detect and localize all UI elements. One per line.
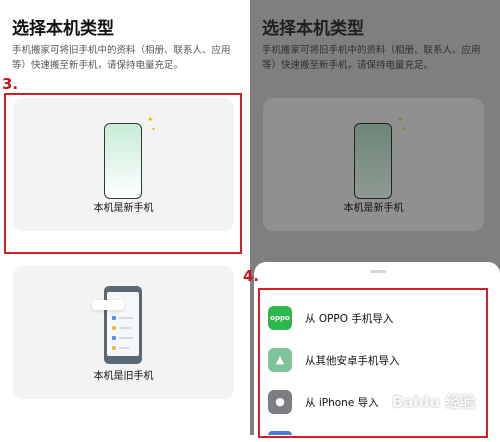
- step-3-highlight-box: [4, 93, 242, 254]
- step-4-label: 4.: [243, 267, 260, 285]
- sparkle-icon: ✦: [401, 126, 407, 133]
- new-phone-card: ✦ ✦ 本机是新手机: [263, 98, 484, 231]
- new-phone-label: 本机是新手机: [343, 203, 404, 214]
- old-phone-icon: [92, 286, 142, 364]
- new-phone-icon: [354, 123, 392, 199]
- page-description: 手机搬家可将旧手机中的资料（相册、联系人、应用等）快速搬至新手机，请保持电量充足…: [12, 45, 231, 71]
- page-description: 手机搬家可将旧手机中的资料（相册、联系人、应用等）快速搬至新手机，请保持电量充足…: [262, 45, 481, 71]
- old-phone-label: 本机是旧手机: [93, 371, 154, 382]
- step-4-highlight-box: [258, 288, 488, 438]
- old-phone-card[interactable]: 本机是旧手机: [13, 266, 234, 399]
- sparkle-icon: ✦: [397, 115, 404, 124]
- sheet-drag-handle[interactable]: [370, 270, 386, 273]
- step-3-label: 3.: [2, 75, 19, 93]
- page-title: 选择本机类型: [12, 19, 114, 39]
- watermark: Baidu 经验: [392, 393, 476, 411]
- page-title: 选择本机类型: [262, 19, 364, 39]
